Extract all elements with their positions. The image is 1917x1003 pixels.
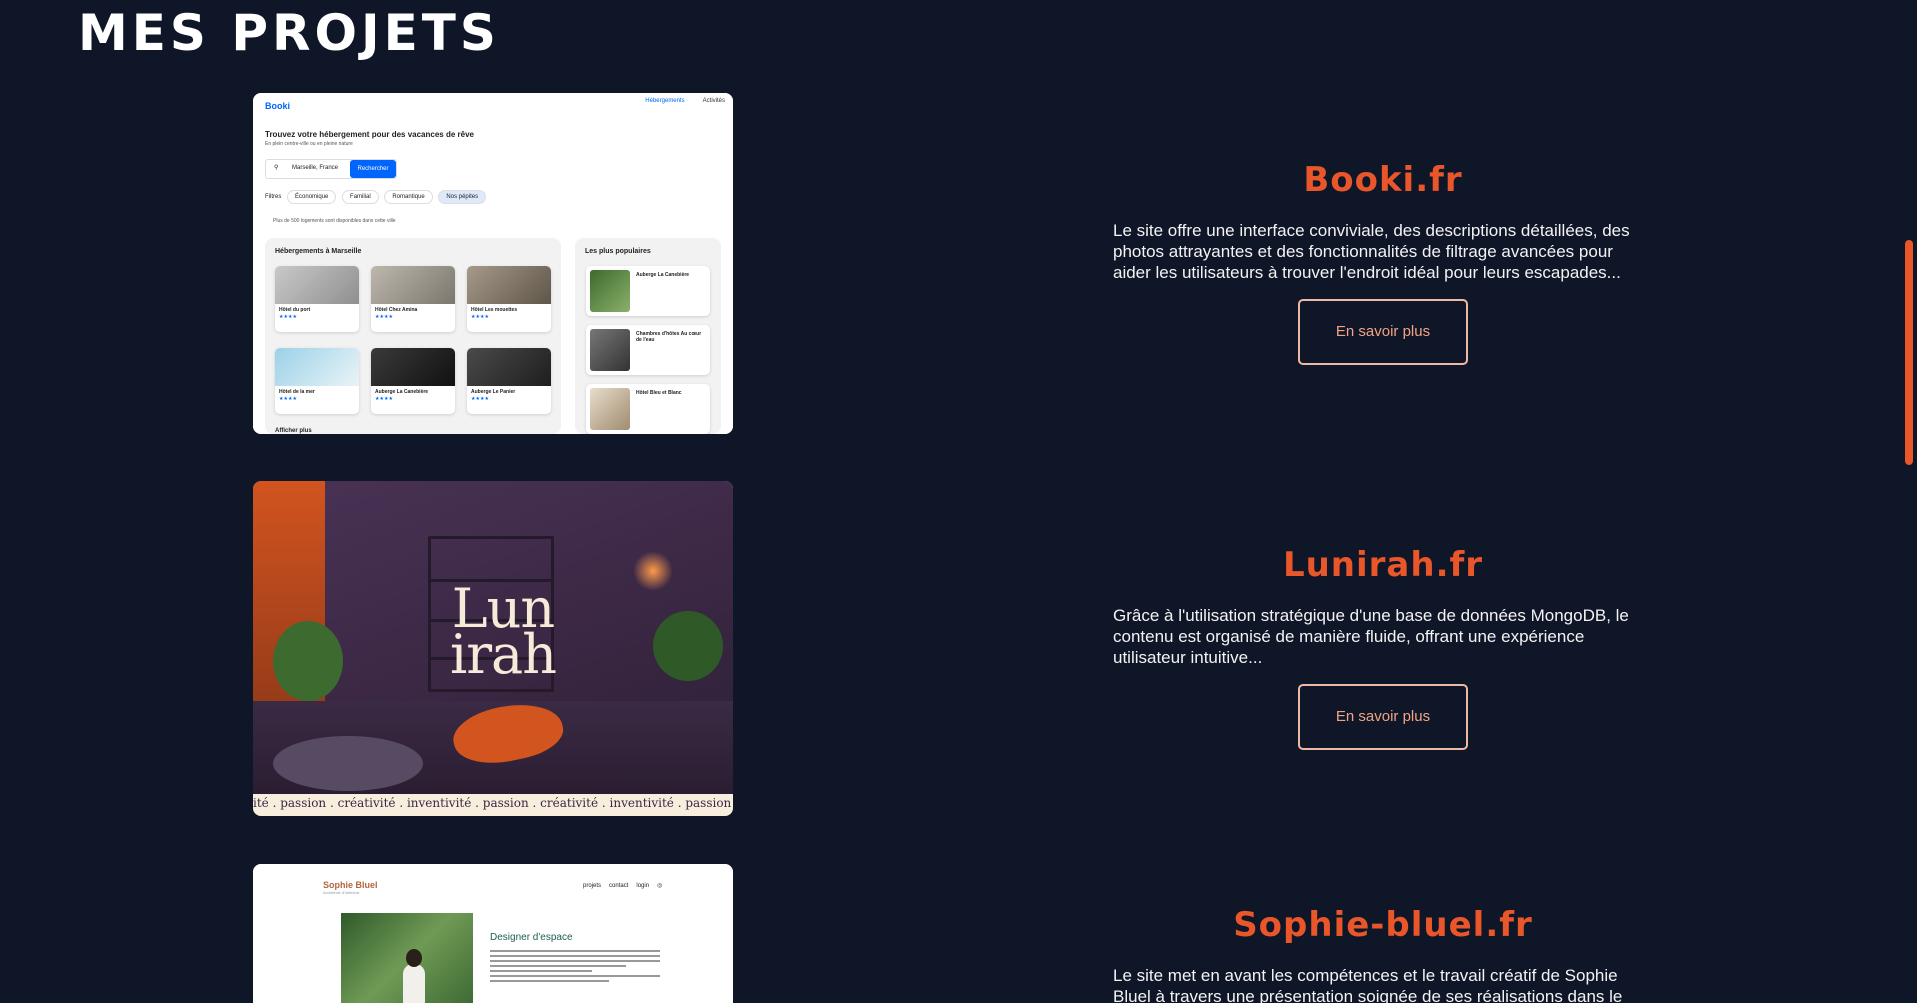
scrollbar-thumb[interactable] <box>1905 240 1913 465</box>
booki-nav: Hébergements Activités <box>645 98 725 104</box>
project-title: Sophie-bluel.fr <box>1233 905 1533 945</box>
page-scrollbar[interactable] <box>1900 0 1917 1003</box>
pin-icon: ⚲ <box>274 165 279 171</box>
lunirah-preview-image[interactable]: Lun irah ité . passion . créativité . in… <box>253 481 733 816</box>
portfolio-page: MES PROJETS Booki Hébergements Activités … <box>0 0 1917 1003</box>
section-title: MES PROJETS <box>78 4 500 62</box>
booki-subline: En plein centre-ville ou en pleine natur… <box>265 141 353 147</box>
booki-filters: Filtres Économique Familial Romantique N… <box>265 190 487 204</box>
booki-preview-image[interactable]: Booki Hébergements Activités Trouvez votr… <box>253 93 733 434</box>
booki-note: Plus de 500 logements sont disponibles d… <box>273 218 396 224</box>
sophie-nav: projets contact login ◎ <box>583 883 663 889</box>
booki-logo: Booki <box>265 101 291 111</box>
sophie-heading: Designer d'espace <box>490 932 573 943</box>
booki-more-button[interactable]: En savoir plus <box>1298 299 1468 365</box>
project-description: Le site met en avant les compétences et … <box>1113 966 1623 1003</box>
booki-info: Booki.fr Le site offre une interface con… <box>1113 160 1653 365</box>
sophie-info: Sophie-bluel.fr Le site met en avant les… <box>1113 905 1653 1003</box>
booki-hotels-panel: Hébergements à Marseille Hôtel du port ★★… <box>265 238 561 434</box>
lunirah-more-button[interactable]: En savoir plus <box>1298 684 1468 750</box>
sophie-logo: Sophie Bluel Architecte d'intérieur <box>323 880 378 895</box>
project-description: Grâce à l'utilisation stratégique d'une … <box>1113 606 1629 667</box>
project-description: Le site offre une interface conviviale, … <box>1113 221 1630 282</box>
project-title: Booki.fr <box>1303 160 1463 200</box>
instagram-icon: ◎ <box>657 883 663 889</box>
booki-popular-panel: Les plus populaires Auberge La Canebière… <box>575 238 721 434</box>
booki-headline: Trouvez votre hébergement pour des vacan… <box>265 130 474 139</box>
lunirah-info: Lunirah.fr Grâce à l'utilisation stratég… <box>1113 545 1653 750</box>
booki-search: ⚲ Marseille, France Rechercher <box>265 159 397 179</box>
lunirah-band: ité . passion . créativité . inventivité… <box>253 794 733 816</box>
lunirah-logo: Lun irah <box>449 577 557 686</box>
sophie-preview-image[interactable]: Sophie Bluel Architecte d'intérieur proje… <box>253 864 733 1003</box>
project-title: Lunirah.fr <box>1282 545 1484 585</box>
